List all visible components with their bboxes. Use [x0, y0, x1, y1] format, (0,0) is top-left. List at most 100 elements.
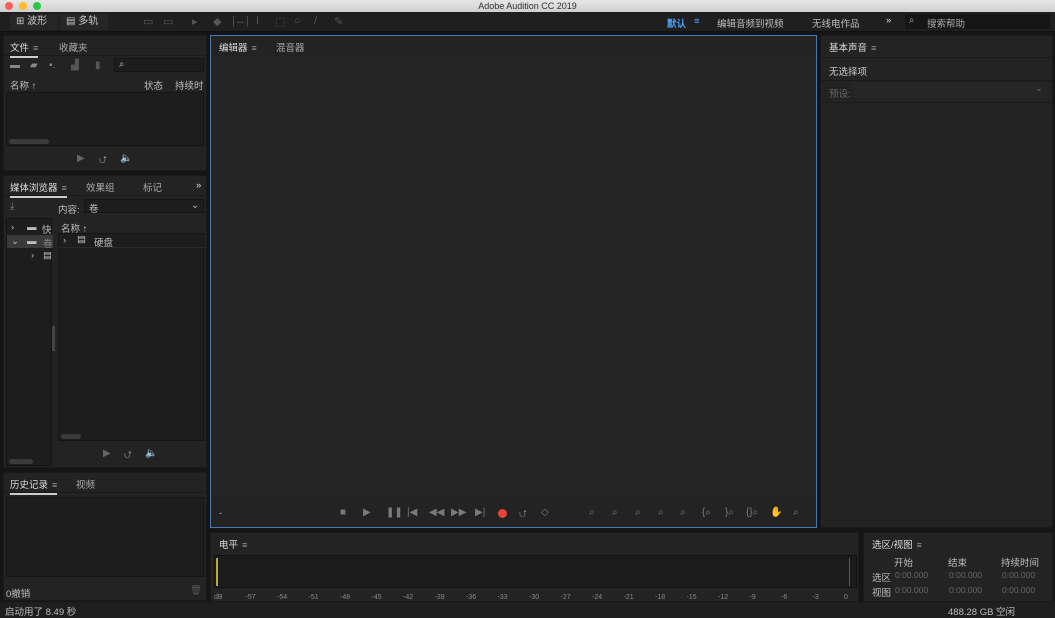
preset-select[interactable]: ⌄ [853, 83, 1047, 98]
column-status[interactable]: 状态 [144, 78, 163, 92]
spectral-display-icon[interactable]: ▭ [143, 15, 153, 28]
tab-favorites[interactable]: 收藏夹 [59, 40, 88, 54]
minimize-window-button[interactable] [19, 2, 27, 10]
workspace-menu-icon[interactable]: ≡ [694, 16, 700, 27]
content-select[interactable]: 卷 ⌄ [84, 199, 204, 215]
selection-start-field[interactable]: 0:00.000 [895, 570, 928, 580]
waveform-area[interactable] [211, 56, 816, 496]
tab-history[interactable]: 历史记录 ≡ [10, 477, 58, 495]
workspace-edit-audio-to-video[interactable]: 编辑音频到视频 [717, 16, 784, 30]
history-list[interactable] [6, 497, 204, 577]
media-file-list[interactable]: › ▤ 硬盘 [58, 233, 205, 441]
previous-button[interactable]: |◀ [407, 507, 417, 518]
panel-menu-icon[interactable]: ≡ [917, 540, 922, 550]
rewind-button[interactable]: ◀◀ [429, 507, 444, 518]
tab-video[interactable]: 视频 [76, 477, 95, 491]
clip-indicator[interactable] [849, 558, 854, 586]
zoom-in-amplitude-icon[interactable]: ⌕ [589, 507, 595, 518]
tree-item-shortcuts[interactable]: 快 [42, 222, 52, 236]
autoplay-icon[interactable]: 🔈 [145, 448, 157, 459]
waveform-view-button[interactable]: ⊞ 波形 [10, 14, 58, 30]
expand-icon[interactable]: › [11, 222, 14, 233]
zoom-out-time-icon[interactable]: ⌕ [658, 507, 664, 518]
import-icon[interactable]: ▰ [30, 60, 38, 71]
panel-menu-icon[interactable]: ≡ [871, 43, 876, 53]
spot-healing-tool-icon[interactable]: ✎ [334, 15, 343, 28]
zoom-in-time-icon[interactable]: ⌕ [635, 507, 641, 518]
insert-icon[interactable]: ▟ [71, 60, 79, 71]
selection-view-panel: 选区/视图 ≡ 开始 结束 持续时间 选区 0:00.000 0:00.000 0… [863, 532, 1053, 602]
files-search-input[interactable]: ⌕ [114, 58, 204, 72]
panel-menu-icon[interactable]: ≡ [33, 43, 38, 53]
panel-menu-icon[interactable]: ≡ [62, 183, 67, 193]
pitch-display-icon[interactable]: ▭ [163, 15, 173, 28]
view-start-field[interactable]: 0:00.000 [895, 585, 928, 595]
locations-tree[interactable]: › ▬ 快 ⌄ ▬ 卷 › ▤ [6, 218, 53, 466]
zoom-to-out-point-icon[interactable]: }⌕ [725, 507, 734, 518]
trash-icon[interactable]: 🗑 [190, 585, 202, 596]
horizontal-scrollbar[interactable] [9, 139, 49, 144]
loop-icon[interactable]: ⮍ [99, 153, 107, 170]
lasso-tool-icon[interactable]: ○ [294, 15, 301, 27]
close-window-button[interactable] [5, 2, 13, 10]
tree-item-volumes[interactable]: 卷 [43, 236, 53, 250]
slip-tool-icon[interactable]: |↔| [232, 15, 249, 27]
view-end-field[interactable]: 0:00.000 [949, 585, 982, 595]
expand-icon[interactable]: › [31, 250, 34, 261]
column-duration[interactable]: 持续时 [175, 78, 204, 92]
play-icon[interactable]: ▶ [103, 448, 111, 459]
skip-selection-button[interactable]: ◇ [541, 507, 549, 518]
view-duration-field[interactable]: 0:00.000 [1002, 585, 1035, 595]
horizontal-scrollbar[interactable] [61, 434, 81, 439]
collapse-icon[interactable]: ⌄ [11, 236, 19, 247]
hand-tool-icon[interactable]: ✋ [770, 507, 782, 518]
maximize-window-button[interactable] [33, 2, 41, 10]
files-list[interactable] [6, 92, 204, 146]
selection-end-field[interactable]: 0:00.000 [949, 570, 982, 580]
multitrack-view-button[interactable]: ▤ 多轨 [60, 14, 108, 30]
play-button[interactable]: ▶ [363, 507, 371, 518]
panel-menu-icon[interactable]: ≡ [242, 540, 247, 550]
open-folder-icon[interactable]: ▬ [10, 60, 20, 71]
expand-icon[interactable]: › [63, 235, 66, 246]
workspace-radio-production[interactable]: 无线电作品 [812, 16, 860, 30]
zoom-to-in-point-icon[interactable]: {⌕ [702, 507, 711, 518]
autoplay-icon[interactable]: 🔈 [120, 153, 132, 164]
workspace-default[interactable]: 默认 [667, 16, 686, 30]
tab-files[interactable]: 文件 ≡ [10, 40, 39, 58]
fast-forward-button[interactable]: ▶▶ [451, 507, 466, 518]
razor-tool-icon[interactable]: ◆ [213, 15, 221, 28]
splitter-handle[interactable] [52, 326, 55, 351]
tab-markers[interactable]: 标记 [143, 180, 162, 194]
tab-mixer[interactable]: 混音器 [276, 40, 305, 54]
stop-button[interactable]: ■ [340, 507, 346, 518]
record-button[interactable] [498, 509, 507, 518]
column-name[interactable]: 名称 ↑ [10, 78, 36, 92]
loop-icon[interactable]: ⮍ [124, 448, 132, 465]
selection-duration-field[interactable]: 0:00.000 [1002, 570, 1035, 580]
more-workspaces-button[interactable]: » [886, 15, 891, 26]
list-item[interactable]: › ▤ 硬盘 [59, 234, 205, 249]
help-search-input[interactable]: ⌕ 搜索帮助 [905, 14, 1050, 30]
panel-menu-icon[interactable]: ≡ [252, 43, 257, 53]
tab-effects-rack[interactable]: 效果组 [86, 180, 115, 194]
horizontal-scrollbar[interactable] [9, 459, 33, 464]
time-selection-tool-icon[interactable]: I [256, 15, 259, 27]
more-tabs-button[interactable]: » [196, 180, 201, 191]
play-icon[interactable]: ▶ [77, 153, 85, 164]
zoom-selection-icon[interactable]: {}⌕ [746, 507, 758, 518]
zoom-out-full-icon[interactable]: ⌕ [680, 507, 686, 518]
zoom-out-amplitude-icon[interactable]: ⌕ [612, 507, 618, 518]
panel-menu-icon[interactable]: ≡ [52, 480, 57, 490]
move-tool-icon[interactable]: ▸ [192, 15, 198, 28]
delete-icon[interactable]: ▮ [95, 60, 101, 71]
pause-button[interactable]: ❚❚ [386, 507, 403, 518]
download-icon[interactable]: ⤓ [10, 201, 14, 212]
zoom-reset-icon[interactable]: ⌕ [793, 507, 799, 518]
loop-playback-button[interactable]: ⮍ [519, 507, 527, 524]
tab-media-browser[interactable]: 媒体浏览器 ≡ [10, 180, 67, 198]
marquee-tool-icon[interactable]: ⬚ [275, 15, 285, 28]
new-file-icon[interactable]: ▪. [49, 60, 55, 71]
next-button[interactable]: ▶| [475, 507, 485, 518]
brush-tool-icon[interactable]: / [314, 15, 317, 27]
